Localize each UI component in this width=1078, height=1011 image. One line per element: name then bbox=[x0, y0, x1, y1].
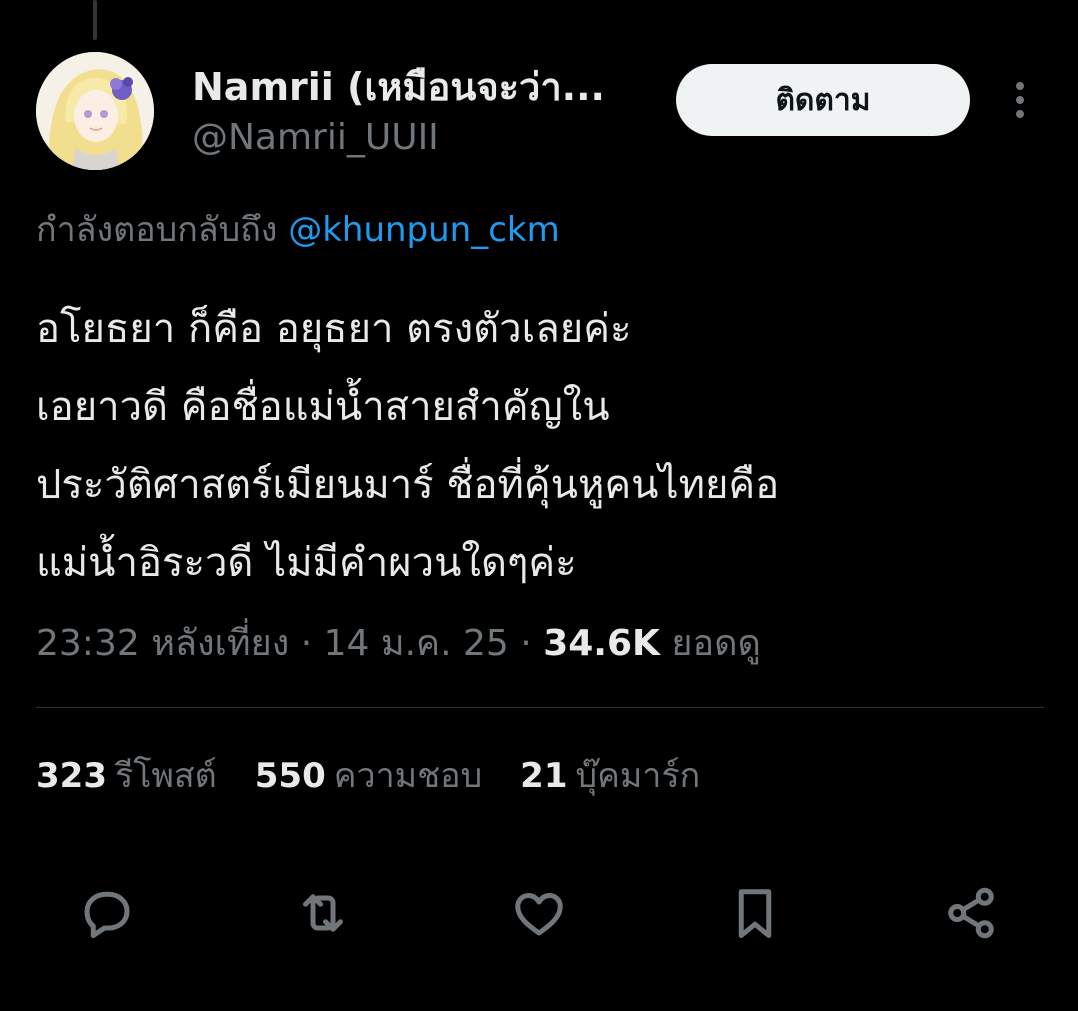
more-vertical-icon[interactable] bbox=[1000, 76, 1040, 124]
likes-count: 550 bbox=[254, 756, 326, 796]
tweet-text: อโยธยา ก็คือ อยุธยา ตรงตัวเลยค่ะ เอยาวดี… bbox=[36, 290, 1046, 602]
retweet-icon bbox=[303, 894, 343, 932]
follow-button[interactable]: ติดตาม bbox=[676, 64, 970, 136]
retweet-button[interactable] bbox=[286, 878, 360, 948]
tweet-date[interactable]: 14 ม.ค. 25 bbox=[324, 623, 509, 664]
tweet-text-line: เอยาวดี คือชื่อแม่น้ำสายสำคัญใน bbox=[36, 384, 610, 430]
tweet-text-line: แม่น้ำอิระวดี ไม่มีคำผวนใดๆค่ะ bbox=[36, 540, 577, 586]
engagement-stats: 323 รีโพสต์ 550 ความชอบ 21 บุ๊คมาร์ก bbox=[36, 750, 700, 802]
avatar[interactable] bbox=[36, 52, 154, 170]
share-icon bbox=[948, 887, 994, 939]
avatar-illustration bbox=[36, 52, 154, 170]
likes-stat[interactable]: 550 ความชอบ bbox=[255, 750, 482, 802]
bookmark-icon bbox=[738, 889, 772, 938]
views-label: ยอดดู bbox=[671, 623, 761, 664]
views-count: 34.6K bbox=[543, 623, 660, 664]
tweet-time[interactable]: 23:32 หลังเที่ยง bbox=[36, 623, 289, 664]
bookmarks-label: บุ๊คมาร์ก bbox=[575, 756, 701, 796]
reply-icon bbox=[84, 891, 130, 938]
bookmark-button[interactable] bbox=[718, 878, 792, 948]
divider bbox=[36, 707, 1044, 708]
tweet-text-line: อโยธยา ก็คือ อยุธยา ตรงตัวเลยค่ะ bbox=[36, 306, 632, 352]
retweets-count: 323 bbox=[36, 756, 107, 796]
retweets-label: รีโพสต์ bbox=[114, 756, 217, 796]
thread-connector-line bbox=[93, 0, 97, 40]
bookmarks-stat[interactable]: 21 บุ๊คมาร์ก bbox=[520, 750, 700, 802]
meta-separator: · bbox=[520, 623, 532, 664]
author-handle[interactable]: @Namrii_UUII bbox=[192, 116, 439, 160]
bookmarks-count: 21 bbox=[520, 756, 568, 796]
replying-to-label: กำลังตอบกลับถึง bbox=[36, 210, 278, 250]
author-name[interactable]: Namrii (เหมือนจะว่า... bbox=[192, 64, 632, 110]
meta-separator: · bbox=[300, 623, 313, 664]
replying-to: กำลังตอบกลับถึง @khunpun_ckm bbox=[36, 206, 560, 254]
tweet-detail-view: Namrii (เหมือนจะว่า... @Namrii_UUII ติดต… bbox=[0, 0, 1078, 1011]
share-button[interactable] bbox=[934, 878, 1008, 948]
tweet-text-line: ประวัติศาสตร์เมียนมาร์ ชื่อที่คุ้นหูคนไท… bbox=[36, 462, 780, 508]
action-bar bbox=[70, 878, 1010, 948]
heart-icon bbox=[515, 893, 563, 936]
reply-mention-link[interactable]: @khunpun_ckm bbox=[288, 210, 560, 250]
tweet-meta: 23:32 หลังเที่ยง · 14 ม.ค. 25 · 34.6K ยอ… bbox=[36, 616, 761, 672]
reply-button[interactable] bbox=[70, 878, 144, 948]
retweets-stat[interactable]: 323 รีโพสต์ bbox=[36, 750, 217, 802]
likes-label: ความชอบ bbox=[333, 756, 483, 796]
like-button[interactable] bbox=[502, 878, 576, 948]
